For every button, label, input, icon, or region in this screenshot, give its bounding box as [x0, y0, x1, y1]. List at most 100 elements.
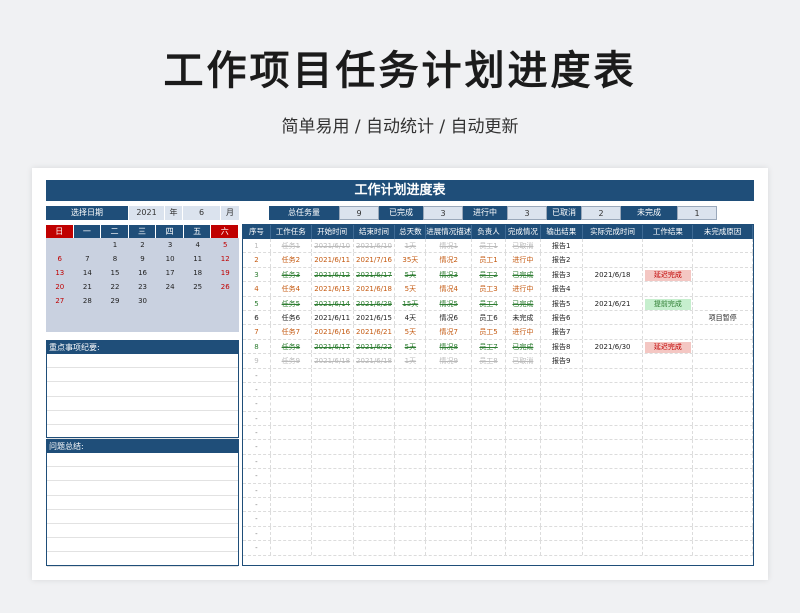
calendar-day[interactable]: 20 — [46, 280, 74, 294]
table-cell — [312, 454, 354, 469]
table-row-empty[interactable]: - — [243, 541, 753, 556]
table-row-empty[interactable]: - — [243, 483, 753, 499]
calendar-day[interactable] — [46, 238, 74, 252]
table-row-empty[interactable]: - — [243, 426, 753, 441]
panel-line[interactable] — [47, 453, 238, 468]
calendar-day[interactable]: 3 — [156, 238, 184, 252]
table-row-empty[interactable]: - — [243, 368, 753, 383]
table-header-cell: 进展情况描述 — [426, 225, 473, 239]
table-row-empty[interactable]: - — [243, 397, 753, 412]
calendar-day[interactable]: 30 — [129, 294, 157, 308]
panel-line[interactable] — [47, 382, 238, 397]
calendar-day[interactable]: 14 — [74, 266, 102, 280]
calendar-day[interactable] — [156, 294, 184, 308]
table-row-empty[interactable]: - — [243, 382, 753, 398]
calendar-day[interactable]: 26 — [211, 280, 239, 294]
calendar-day[interactable] — [74, 238, 102, 252]
calendar-day[interactable]: 16 — [129, 266, 157, 280]
calendar-day[interactable]: 24 — [156, 280, 184, 294]
notes-lines[interactable] — [47, 354, 238, 440]
panel-line[interactable] — [47, 368, 238, 383]
cell-desc: 情况8 — [426, 339, 473, 354]
calendar-day[interactable] — [129, 308, 157, 322]
calendar-day[interactable] — [184, 294, 212, 308]
table-row-empty[interactable]: - — [243, 498, 753, 513]
table-row[interactable]: 8 任务8 2021/6/17 2021/6/22 5天 情况8 员工7 已完成 报告8 2021… — [243, 339, 753, 355]
calendar-day[interactable]: 11 — [184, 252, 212, 266]
calendar-day[interactable]: 12 — [211, 252, 239, 266]
cell-actual — [583, 282, 644, 296]
table-cell — [472, 426, 506, 440]
cell-status: 已完成 — [506, 339, 541, 354]
table-row-empty[interactable]: - — [243, 454, 753, 470]
calendar-day[interactable] — [46, 308, 74, 322]
panel-line[interactable] — [47, 510, 238, 524]
panel-line[interactable] — [47, 354, 238, 369]
table-header-cell: 序号 — [243, 225, 271, 239]
calendar-day[interactable]: 9 — [129, 252, 157, 266]
table-cell — [354, 469, 396, 483]
calendar-day[interactable]: 29 — [101, 294, 129, 308]
calendar-day[interactable]: 27 — [46, 294, 74, 308]
table-row[interactable]: 7 任务7 2021/6/16 2021/6/21 5天 情况7 员工5 进行中 报告7 — [243, 325, 753, 340]
calendar-day[interactable] — [184, 308, 212, 322]
calendar-day[interactable]: 25 — [184, 280, 212, 294]
panel-line[interactable] — [47, 552, 238, 567]
table-cell — [693, 512, 753, 526]
table-row-empty[interactable]: - — [243, 469, 753, 484]
table-row[interactable]: 1 任务1 2021/6/10 2021/6/10 1天 情况1 员工1 已取消 报告1 — [243, 239, 753, 254]
table-row[interactable]: 3 任务3 2021/6/12 2021/6/17 5天 情况3 员工2 已完成 报告3 2021… — [243, 267, 753, 283]
table-cell — [583, 454, 644, 469]
calendar-day[interactable]: 22 — [101, 280, 129, 294]
cell-owner: 员工1 — [472, 253, 506, 267]
panel-line[interactable] — [47, 397, 238, 411]
calendar-week: 6 7 8 9 10 11 12 — [46, 252, 239, 266]
table-row[interactable]: 6 任务6 2021/6/11 2021/6/15 4天 情况6 员工6 未完成 报告6 项目暂停 — [243, 310, 753, 326]
year-select[interactable]: 2021 — [128, 206, 164, 220]
panel-line[interactable] — [47, 425, 238, 440]
table-cell — [312, 483, 354, 498]
calendar-day[interactable]: 17 — [156, 266, 184, 280]
table-cell — [643, 483, 694, 498]
calendar-weekday-header: 日一二三四五六 — [46, 225, 240, 238]
calendar-day[interactable]: 15 — [101, 266, 129, 280]
table-row-empty[interactable]: - — [243, 411, 753, 427]
calendar-day[interactable]: 23 — [129, 280, 157, 294]
calendar-day[interactable]: 21 — [74, 280, 102, 294]
calendar-day[interactable]: 6 — [46, 252, 74, 266]
calendar-day[interactable] — [211, 308, 239, 322]
calendar-day[interactable]: 10 — [156, 252, 184, 266]
calendar-day[interactable]: 28 — [74, 294, 102, 308]
table-row[interactable]: 5 任务5 2021/6/14 2021/6/29 15天 情况5 员工4 已完成 报告5 202… — [243, 296, 753, 311]
calendar-day[interactable] — [211, 294, 239, 308]
calendar-day[interactable]: 1 — [101, 238, 129, 252]
table-row[interactable]: 9 任务9 2021/6/18 2021/6/18 1天 情况9 员工8 已取消 报告9 — [243, 354, 753, 369]
table-row-empty[interactable]: - — [243, 440, 753, 455]
calendar-day[interactable] — [74, 308, 102, 322]
calendar-day[interactable] — [101, 308, 129, 322]
calendar-day[interactable]: 5 — [211, 238, 239, 252]
month-select[interactable]: 6 — [182, 206, 220, 220]
panel-line[interactable] — [47, 467, 238, 482]
calendar-day[interactable]: 18 — [184, 266, 212, 280]
calendar-day[interactable]: 19 — [211, 266, 239, 280]
table-row[interactable]: 4 任务4 2021/6/13 2021/6/18 5天 情况4 员工3 进行中 报告4 — [243, 282, 753, 297]
table-row-empty[interactable]: - — [243, 512, 753, 527]
panel-line[interactable] — [47, 496, 238, 510]
row-number: 3 — [243, 267, 271, 282]
panel-line[interactable] — [47, 524, 238, 539]
calendar-day[interactable] — [156, 308, 184, 322]
panel-line[interactable] — [47, 411, 238, 425]
calendar-day[interactable]: 7 — [74, 252, 102, 266]
table-row[interactable]: 2 任务2 2021/6/11 2021/7/16 35天 情况2 员工1 进行中 报告2 — [243, 253, 753, 268]
calendar-day[interactable]: 8 — [101, 252, 129, 266]
panel-line[interactable] — [47, 538, 238, 553]
calendar-day[interactable]: 13 — [46, 266, 74, 280]
table-cell — [693, 426, 753, 440]
table-cell — [583, 541, 644, 555]
table-row-empty[interactable]: - — [243, 526, 753, 542]
calendar-day[interactable]: 2 — [129, 238, 157, 252]
panel-line[interactable] — [47, 481, 238, 496]
problems-lines[interactable] — [47, 453, 238, 567]
calendar-day[interactable]: 4 — [184, 238, 212, 252]
